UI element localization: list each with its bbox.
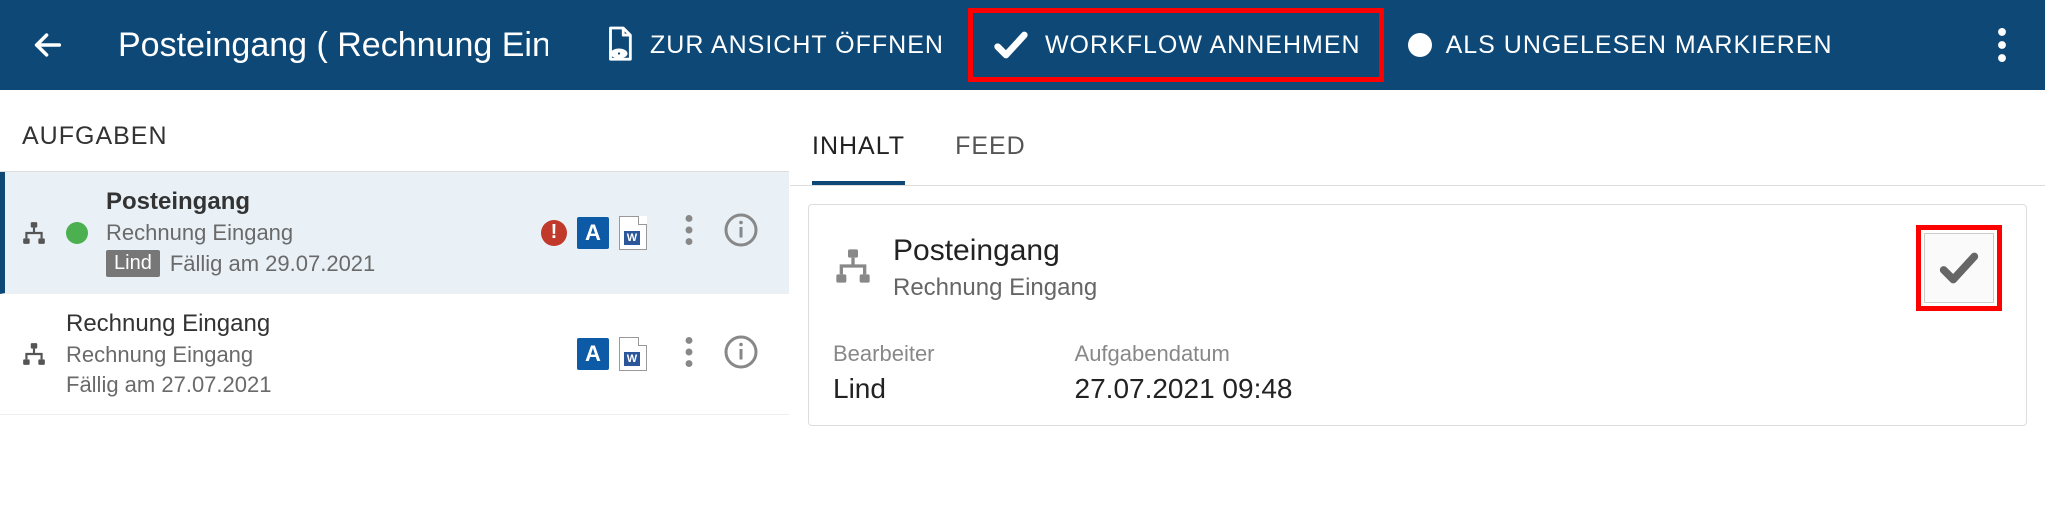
info-icon — [723, 212, 759, 248]
circle-icon — [1408, 33, 1432, 57]
due-date-label: Fällig am 27.07.2021 — [66, 372, 271, 398]
task-title: Posteingang — [106, 188, 523, 216]
dots-vertical-icon — [685, 337, 693, 367]
accept-check-button[interactable] — [1924, 233, 1994, 303]
detail-pane: INHALT FEED Posteingang Rechnung Eingang — [790, 90, 2045, 522]
detail-subtitle: Rechnung Eingang — [893, 274, 1896, 302]
assignee-tag: Lind — [106, 250, 160, 277]
task-detail-card: Posteingang Rechnung Eingang Bearbeiter … — [808, 204, 2027, 426]
alert-icon: ! — [541, 220, 567, 246]
info-icon — [723, 334, 759, 370]
accept-workflow-button[interactable]: WORKFLOW ANNEHMEN — [968, 8, 1384, 82]
page-title: Posteingang ( Rechnung Ein… — [118, 26, 548, 65]
attachment-badge: A — [577, 217, 609, 249]
accept-workflow-label: WORKFLOW ANNEHMEN — [1045, 31, 1361, 60]
open-view-label: ZUR ANSICHT ÖFFNEN — [650, 31, 944, 60]
assignee-field-label: Bearbeiter — [833, 341, 935, 367]
row-info-button[interactable] — [723, 212, 759, 253]
mark-unread-label: ALS UNGELESEN MARKIEREN — [1446, 31, 1833, 60]
accept-check-highlight — [1916, 225, 2002, 311]
task-list: Posteingang Rechnung Eingang Lind Fällig… — [0, 172, 789, 415]
word-doc-icon: W — [619, 216, 647, 250]
detail-tabs: INHALT FEED — [790, 90, 2045, 186]
dots-vertical-icon — [685, 215, 693, 245]
tab-feed[interactable]: FEED — [955, 122, 1026, 185]
more-menu-button[interactable] — [1977, 28, 2027, 62]
row-info-button[interactable] — [723, 334, 759, 375]
task-title: Rechnung Eingang — [66, 310, 559, 338]
workflow-icon — [833, 246, 873, 291]
check-icon — [991, 25, 1031, 65]
top-bar: Posteingang ( Rechnung Ein… ZUR ANSICHT … — [0, 0, 2045, 90]
assignee-field-value: Lind — [833, 373, 935, 405]
check-icon — [1936, 245, 1982, 291]
row-more-button[interactable] — [685, 215, 693, 250]
taskdate-field-label: Aufgabendatum — [1075, 341, 1293, 367]
workflow-icon — [20, 220, 48, 246]
task-subtitle: Rechnung Eingang — [106, 220, 523, 246]
word-doc-icon: W — [619, 337, 647, 371]
task-row[interactable]: Rechnung Eingang Rechnung Eingang Fällig… — [0, 294, 789, 415]
task-row[interactable]: Posteingang Rechnung Eingang Lind Fällig… — [0, 172, 789, 294]
due-date-label: Fällig am 29.07.2021 — [170, 251, 375, 277]
task-subtitle: Rechnung Eingang — [66, 342, 559, 368]
document-eye-icon — [602, 25, 636, 65]
tasks-pane: AUFGABEN Posteingang Rechnung Eingang Li… — [0, 90, 790, 522]
tasks-heading: AUFGABEN — [0, 90, 789, 171]
attachment-badge: A — [577, 338, 609, 370]
arrow-left-icon — [31, 28, 65, 62]
tab-content[interactable]: INHALT — [812, 122, 905, 185]
row-more-button[interactable] — [685, 337, 693, 372]
taskdate-field-value: 27.07.2021 09:48 — [1075, 373, 1293, 405]
unread-dot-icon — [66, 222, 88, 244]
detail-title: Posteingang — [893, 234, 1896, 268]
back-button[interactable] — [18, 28, 78, 62]
mark-unread-button[interactable]: ALS UNGELESEN MARKIEREN — [1390, 19, 1851, 72]
workflow-icon — [20, 341, 48, 367]
open-view-button[interactable]: ZUR ANSICHT ÖFFNEN — [584, 13, 962, 77]
dots-vertical-icon — [1998, 28, 2006, 62]
